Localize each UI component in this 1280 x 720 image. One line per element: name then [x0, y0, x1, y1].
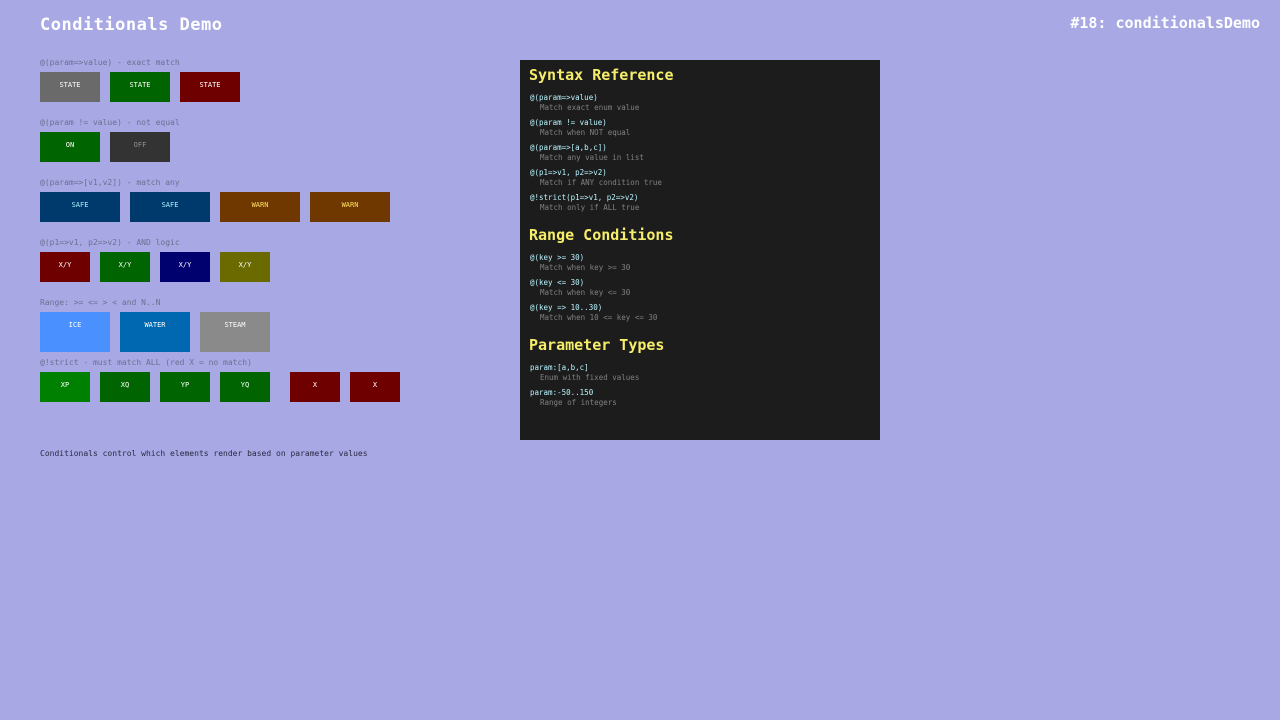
condition-box[interactable]: STATE: [40, 72, 100, 102]
condition-box[interactable]: SAFE: [40, 192, 120, 222]
ref-code: @(param=>[a,b,c]): [530, 143, 607, 152]
ref-code: @(param=>value): [530, 93, 598, 102]
condition-box[interactable]: X: [350, 372, 400, 402]
condition-box[interactable]: X/Y: [160, 252, 210, 282]
ref-description: Enum with fixed values: [540, 373, 640, 382]
reference-panel: Syntax Reference @(param=>value) Match ex…: [520, 60, 880, 440]
section-label: @(param=>value) - exact match: [40, 58, 180, 67]
range-heading: Range Conditions: [529, 226, 674, 244]
ref-code: param:-50..150: [530, 388, 594, 397]
app-title: Conditionals Demo: [40, 15, 223, 35]
section-label: Range: >= <= > < and N..N: [40, 298, 161, 307]
condition-box[interactable]: X: [290, 372, 340, 402]
condition-box[interactable]: OFF: [110, 132, 170, 162]
condition-box[interactable]: X/Y: [40, 252, 90, 282]
section-label: @(p1=>v1, p2=>v2) - AND logic: [40, 238, 180, 247]
ref-code: @(param != value): [530, 118, 607, 127]
ref-description: Match when key >= 30: [540, 263, 631, 272]
param-heading: Parameter Types: [529, 336, 665, 354]
condition-box[interactable]: WARN: [220, 192, 300, 222]
condition-box[interactable]: YP: [160, 372, 210, 402]
section-label: @!strict - must match ALL (red X = no ma…: [40, 358, 252, 367]
ref-description: Match when key <= 30: [540, 288, 631, 297]
section-label: @(param != value) - not equal: [40, 118, 180, 127]
condition-box[interactable]: ICE: [40, 312, 110, 352]
ref-description: Match if ANY condition true: [540, 178, 662, 187]
ref-code: @(p1=>v1, p2=>v2): [530, 168, 607, 177]
condition-box[interactable]: STATE: [110, 72, 170, 102]
ref-code: @!strict(p1=>v1, p2=>v2): [530, 193, 639, 202]
ref-description: Match exact enum value: [540, 103, 640, 112]
section-label: @(param=>[v1,v2]) - match any: [40, 178, 180, 187]
ref-description: Match when NOT equal: [540, 128, 631, 137]
condition-box[interactable]: X/Y: [220, 252, 270, 282]
condition-box[interactable]: XP: [40, 372, 90, 402]
ref-code: @(key => 10..30): [530, 303, 603, 312]
ref-description: Range of integers: [540, 398, 617, 407]
condition-box[interactable]: STEAM: [200, 312, 270, 352]
condition-box[interactable]: WATER: [120, 312, 190, 352]
ref-code: param:[a,b,c]: [530, 363, 589, 372]
ref-description: Match when 10 <= key <= 30: [540, 313, 658, 322]
condition-box[interactable]: WARN: [310, 192, 390, 222]
ref-code: @(key >= 30): [530, 253, 585, 262]
condition-box[interactable]: X/Y: [100, 252, 150, 282]
demo-tag: #18: conditionalsDemo: [1070, 14, 1260, 32]
footer-note: Conditionals control which elements rend…: [40, 449, 368, 458]
condition-box[interactable]: STATE: [180, 72, 240, 102]
condition-box[interactable]: XQ: [100, 372, 150, 402]
ref-code: @(key <= 30): [530, 278, 585, 287]
condition-box[interactable]: ON: [40, 132, 100, 162]
ref-description: Match only if ALL true: [540, 203, 640, 212]
syntax-heading: Syntax Reference: [529, 66, 674, 84]
condition-box[interactable]: SAFE: [130, 192, 210, 222]
ref-description: Match any value in list: [540, 153, 644, 162]
condition-box[interactable]: YQ: [220, 372, 270, 402]
